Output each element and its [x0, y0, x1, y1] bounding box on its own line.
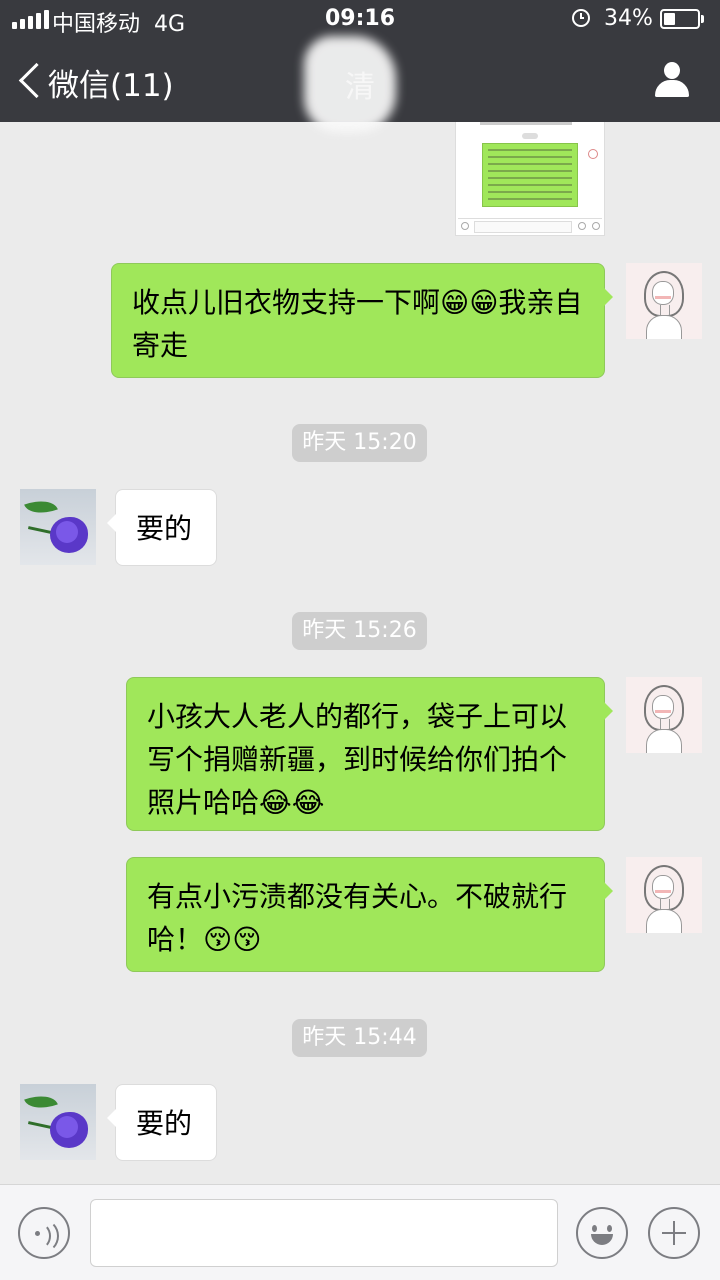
timestamp: 昨天 15:20 — [292, 424, 427, 462]
battery-fill — [664, 13, 675, 25]
message-bubble-incoming[interactable]: 要的 — [107, 1084, 217, 1161]
avatar-contact[interactable] — [20, 1084, 96, 1160]
message-bubble-outgoing[interactable]: 小孩大人老人的都行，袋子上可以写个捐赠新疆，到时候给你们拍个照片哈哈😂😂 — [126, 677, 613, 831]
avatar-self[interactable] — [626, 677, 702, 753]
top-bar: 中国移动 4G 09:16 34% 微信(11) 清 — [0, 0, 720, 132]
avatar-contact[interactable] — [20, 489, 96, 565]
avatar-self[interactable] — [626, 263, 702, 339]
nav-bar: 微信(11) 清 — [0, 36, 720, 132]
message-input[interactable] — [90, 1199, 558, 1267]
chat-area[interactable]: 收点儿旧衣物支持一下啊😁😁我亲自寄走 昨天 15:20 要的 昨天 15:26 … — [0, 122, 720, 1184]
status-bar: 中国移动 4G 09:16 34% — [0, 0, 720, 40]
avatar-self[interactable] — [626, 857, 702, 933]
battery-icon — [660, 9, 704, 29]
timestamp: 昨天 15:26 — [292, 612, 427, 650]
shared-screenshot-image[interactable] — [455, 122, 605, 236]
plus-icon[interactable] — [648, 1207, 700, 1259]
input-bar — [0, 1184, 720, 1280]
smiley-icon[interactable] — [576, 1207, 628, 1259]
message-bubble-outgoing[interactable]: 有点小污渍都没有关心。不破就行哈！😚😚 — [126, 857, 613, 972]
message-bubble-outgoing[interactable]: 收点儿旧衣物支持一下啊😁😁我亲自寄走 — [111, 263, 613, 378]
voice-icon[interactable] — [18, 1207, 70, 1259]
back-button[interactable]: 微信(11) — [48, 60, 174, 105]
title-redaction — [304, 36, 396, 132]
alarm-icon — [572, 9, 590, 27]
timestamp: 昨天 15:44 — [292, 1019, 427, 1057]
battery-percent: 34% — [604, 6, 653, 31]
chat-title: 清 — [300, 36, 420, 132]
message-bubble-incoming[interactable]: 要的 — [107, 489, 217, 566]
person-icon[interactable] — [654, 62, 690, 98]
